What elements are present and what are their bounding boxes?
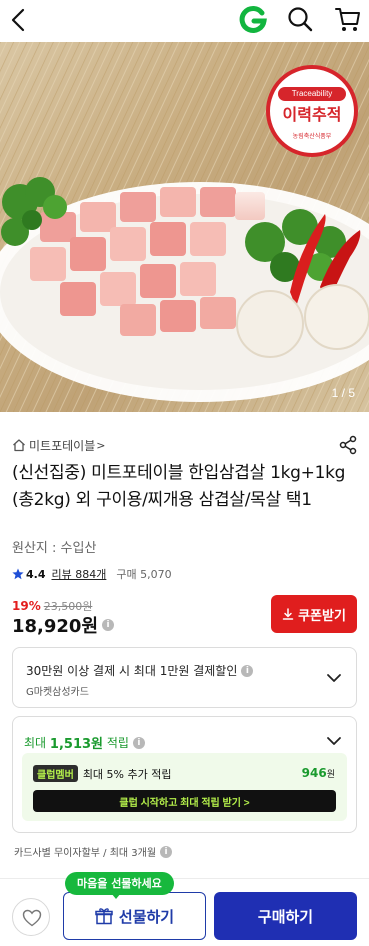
info-icon[interactable]: i [132, 736, 145, 749]
gift-tooltip-tail [111, 893, 121, 899]
purchase-count: 구매 5,070 [116, 568, 172, 581]
product-image[interactable]: Traceability 이력추적 농림축산식품부 1 / 5 [0, 42, 369, 412]
gift-tooltip: 마음을 선물하세요 [65, 872, 174, 895]
rating-value: 4.4 [26, 567, 46, 581]
points-amount: 1,513원 [49, 737, 104, 752]
installment-info: 카드사별 무이자할부 / 최대 3개월 i [14, 844, 173, 859]
sale-price: 18,920원 [12, 616, 99, 637]
cart-icon[interactable] [334, 5, 362, 33]
card-discount-text: 30만원 이상 결제 시 최대 1만원 결제할인 [26, 664, 238, 678]
gift-icon [95, 908, 113, 925]
buy-button[interactable]: 구매하기 [214, 892, 357, 940]
badge-sub-text: 농림축산식품부 [292, 133, 332, 140]
club-amount-unit: 원 [326, 770, 335, 780]
traceability-badge: Traceability 이력추적 농림축산식품부 [266, 65, 358, 157]
chevron-right-icon: > [96, 438, 106, 452]
coupon-label: 쿠폰받기 [298, 607, 346, 623]
back-icon[interactable] [8, 7, 30, 33]
info-icon[interactable]: i [241, 664, 254, 677]
club-amount-value: 946 [301, 766, 327, 780]
top-header [0, 0, 369, 42]
club-amount: 946원 [302, 766, 335, 780]
club-start-button[interactable]: 클럽 시작하고 최대 적립 받기 > [33, 790, 336, 812]
search-icon[interactable] [286, 5, 314, 33]
club-badge: 클럽멤버 [33, 765, 78, 782]
seller-name: 미트포테이블 [29, 438, 96, 453]
heart-icon [22, 909, 42, 927]
seller-link[interactable]: 미트포테이블 > [12, 436, 105, 454]
chevron-down-icon[interactable] [326, 673, 342, 683]
bottom-action-bar: 선물하기 구매하기 [0, 878, 369, 946]
share-icon[interactable] [338, 435, 358, 455]
points-box: 최대 1,513원 적립 i 클럽멤버 최대 5% 추가 적립 946원 클럽 … [12, 716, 357, 833]
badge-top-text: Traceability [278, 87, 346, 101]
card-discount-box[interactable]: 30만원 이상 결제 시 최대 1만원 결제할인 i G마켓삼성카드 [12, 647, 357, 708]
product-title: (신선집중) 미트포테이블 한입삼겹살 1kg+1kg (총2kg) 외 구이용… [12, 463, 346, 510]
review-link[interactable]: 리뷰 884개 [52, 566, 107, 582]
download-icon [282, 608, 294, 620]
image-pager: 1 / 5 [331, 386, 355, 400]
installment-text: 카드사별 무이자할부 / 최대 3개월 [14, 848, 157, 859]
like-button[interactable] [12, 898, 50, 936]
max-points-line: 최대 1,513원 적립 i [24, 733, 145, 752]
badge-main-text: 이력추적 [282, 105, 342, 124]
info-icon[interactable]: i [160, 845, 173, 858]
points-prefix: 최대 [24, 736, 47, 750]
club-member-box: 클럽멤버 최대 5% 추가 적립 946원 클럽 시작하고 최대 적립 받기 > [22, 753, 347, 821]
chevron-down-icon[interactable] [326, 736, 342, 746]
g-logo-icon[interactable] [238, 4, 268, 34]
price-row: 18,920원 i [12, 612, 115, 638]
points-suffix: 적립 [106, 736, 129, 750]
club-text: 최대 5% 추가 적립 [82, 767, 172, 781]
star-icon [12, 568, 24, 580]
home-icon [13, 439, 25, 452]
coupon-button[interactable]: 쿠폰받기 [271, 595, 357, 633]
discount-rate: 19% [12, 599, 41, 613]
card-discount-line: 30만원 이상 결제 시 최대 1만원 결제할인 i [26, 662, 254, 679]
gift-button[interactable]: 선물하기 [63, 892, 206, 940]
card-name: G마켓삼성카드 [26, 687, 89, 698]
club-line: 클럽멤버 최대 5% 추가 적립 [33, 765, 171, 782]
info-icon[interactable]: i [102, 619, 115, 631]
product-origin: 원산지 : 수입산 [12, 541, 97, 556]
gift-label: 선물하기 [118, 907, 175, 926]
rating-row: 4.4 리뷰 884개 구매 5,070 [12, 566, 172, 582]
